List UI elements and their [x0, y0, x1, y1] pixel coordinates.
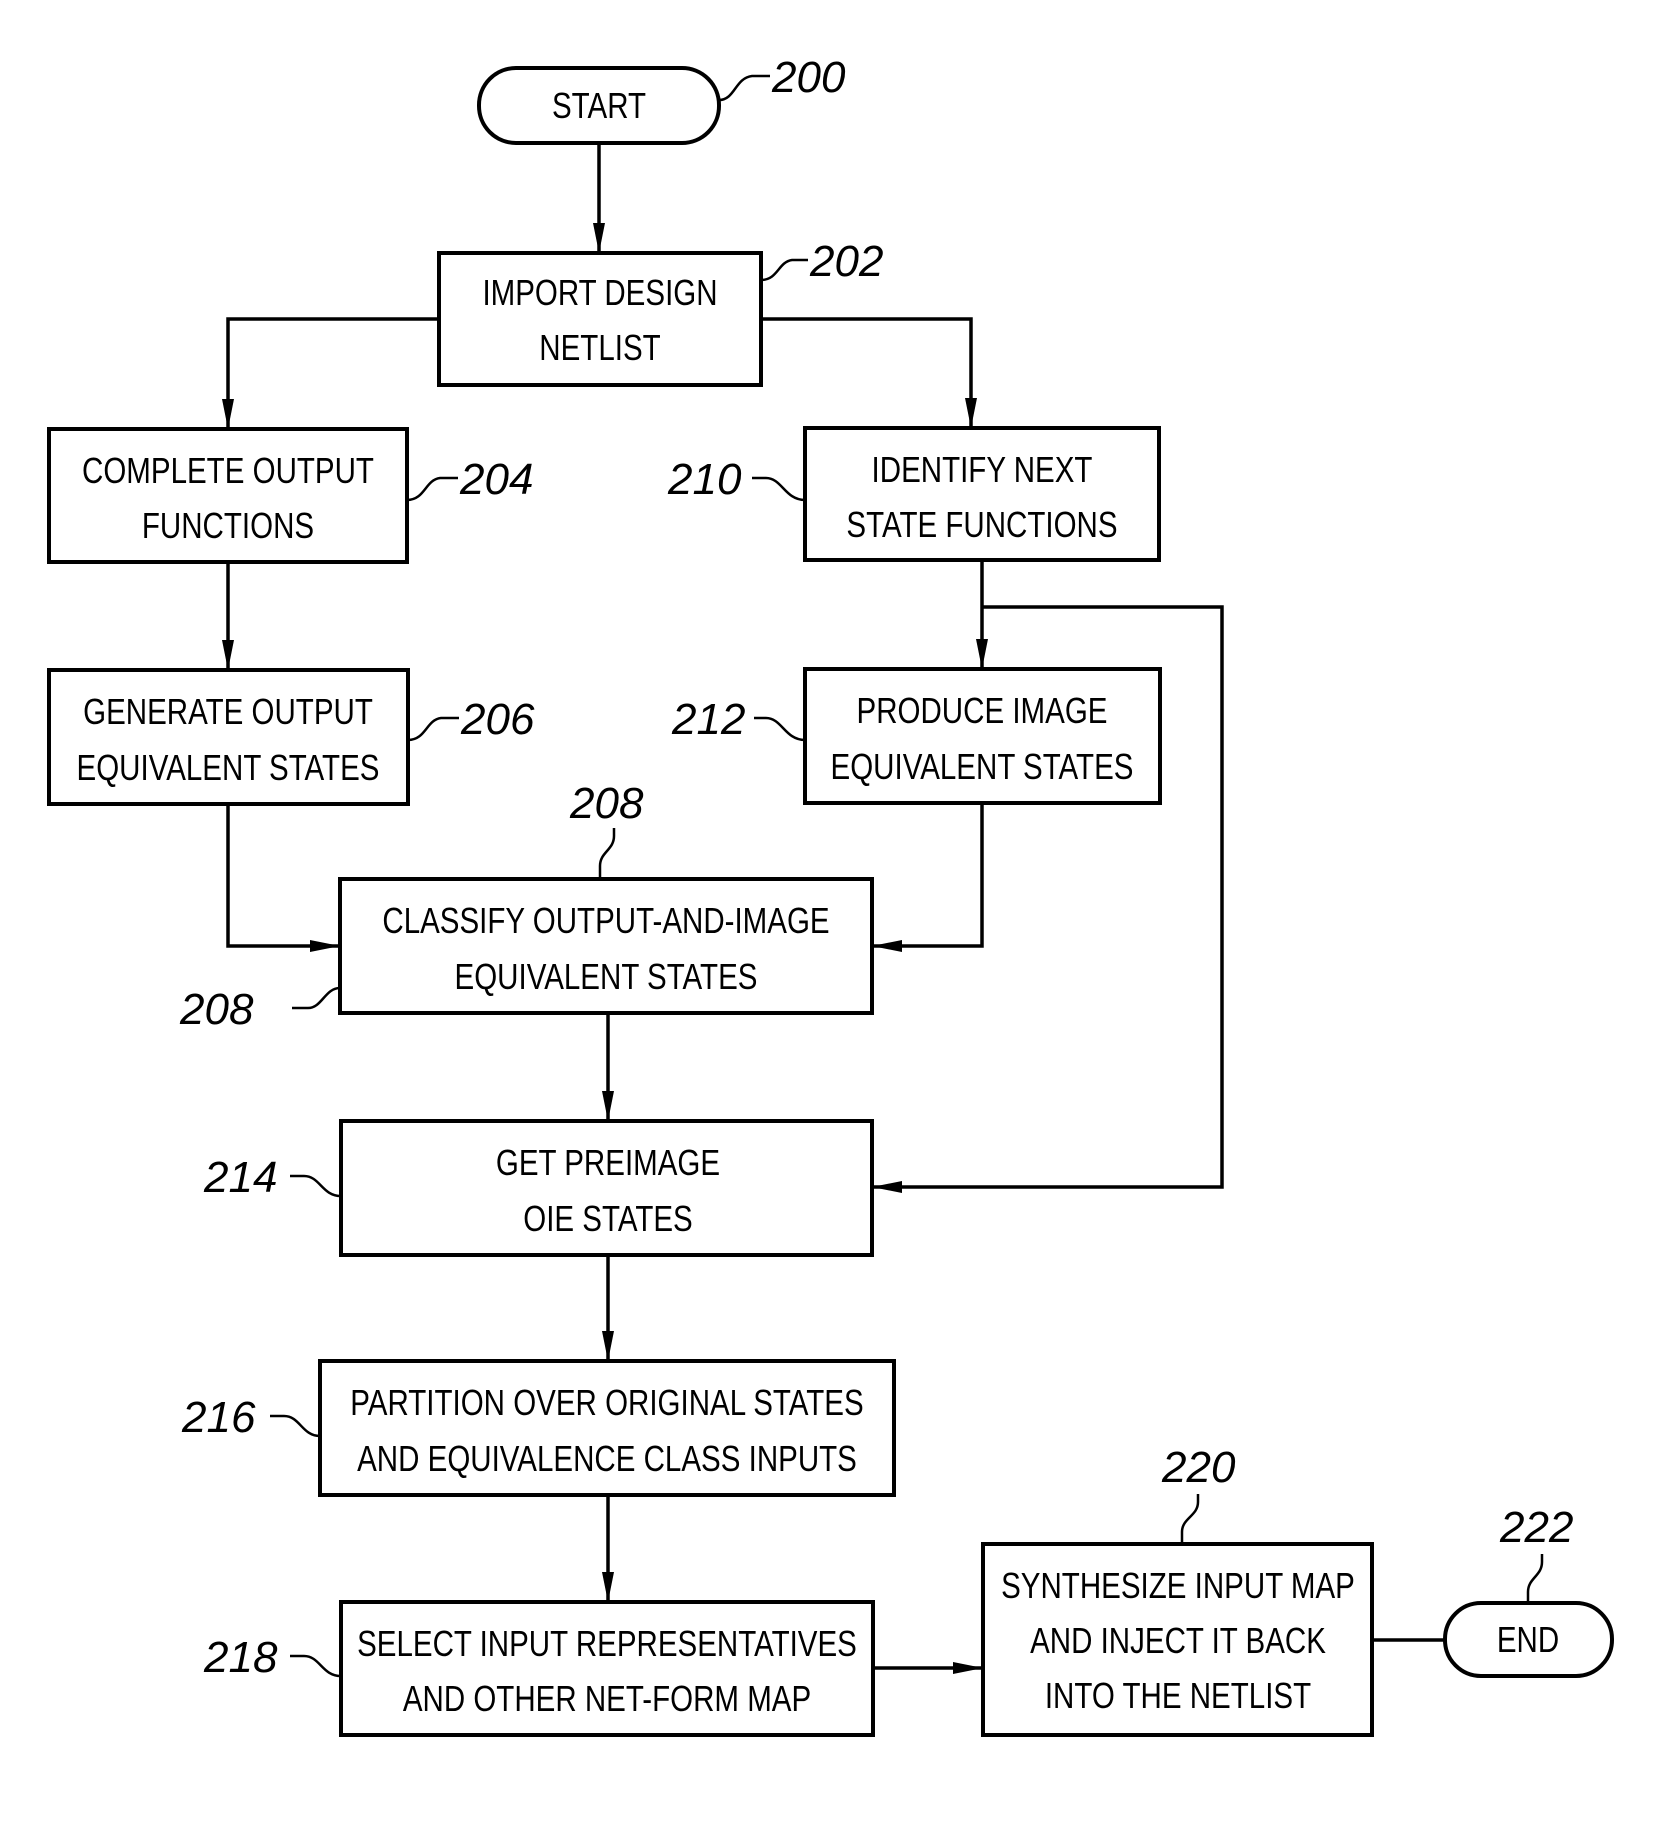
- arrowhead-preimage-top: [602, 1091, 614, 1121]
- arrowhead-partition: [602, 1331, 614, 1361]
- select-line-2: AND OTHER NET-FORM MAP: [403, 1678, 811, 1719]
- preimage-line-1: GET PREIMAGE: [496, 1142, 720, 1183]
- node-complete-output: COMPLETE OUTPUT FUNCTIONS 204: [47, 427, 533, 564]
- ref-216: 216: [181, 1393, 256, 1442]
- ref-200: 200: [771, 53, 846, 102]
- ref-214: 214: [203, 1153, 277, 1202]
- node-generate-output: GENERATE OUTPUT EQUIVALENT STATES 206: [47, 668, 535, 806]
- ref-202: 202: [809, 237, 883, 286]
- ref-leader-200: [718, 74, 770, 102]
- node-identify-next: IDENTIFY NEXT STATE FUNCTIONS 210: [667, 426, 1161, 562]
- ref-208: 208: [179, 985, 254, 1034]
- ref-206: 206: [460, 695, 535, 744]
- node-end: END 222: [1443, 1503, 1614, 1678]
- node-classify: CLASSIFY OUTPUT-AND-IMAGE EQUIVALENT STA…: [179, 779, 874, 1034]
- generate-output-line-2: EQUIVALENT STATES: [77, 747, 380, 788]
- ref-leader-202: [760, 258, 808, 282]
- arrowhead-generate: [222, 640, 234, 670]
- ref-leader-208-top: [598, 828, 616, 879]
- ref-leader-212: [754, 716, 806, 742]
- partition-line-1: PARTITION OVER ORIGINAL STATES: [350, 1382, 863, 1423]
- synthesize-line-1: SYNTHESIZE INPUT MAP: [1001, 1565, 1355, 1606]
- ref-leader-210: [752, 476, 806, 502]
- identify-next-line-1: IDENTIFY NEXT: [872, 449, 1093, 490]
- ref-218: 218: [203, 1633, 278, 1682]
- arrowhead-complete: [222, 399, 234, 429]
- partition-line-2: AND EQUIVALENCE CLASS INPUTS: [357, 1438, 857, 1479]
- edge-produce-classify: [872, 803, 984, 948]
- ref-leader-218: [290, 1654, 342, 1678]
- identify-next-line-2: STATE FUNCTIONS: [846, 504, 1117, 545]
- edge-generate-classify: [226, 804, 340, 948]
- node-start: START 200: [477, 53, 846, 145]
- arrowhead-synthesize: [953, 1662, 983, 1674]
- synthesize-line-2: AND INJECT IT BACK: [1030, 1620, 1326, 1661]
- arrowhead-preimage-right: [872, 1181, 902, 1193]
- generate-output-line-1: GENERATE OUTPUT: [83, 691, 373, 732]
- produce-image-line-1: PRODUCE IMAGE: [857, 690, 1108, 731]
- complete-output-line-1: COMPLETE OUTPUT: [82, 450, 374, 491]
- arrowhead-classify-left: [310, 940, 340, 952]
- produce-image-line-2: EQUIVALENT STATES: [831, 746, 1134, 787]
- edge-import-complete: [226, 317, 439, 429]
- import-line-1: IMPORT DESIGN: [482, 272, 717, 313]
- arrowhead-classify-right: [872, 940, 902, 952]
- start-label: START: [552, 85, 646, 126]
- node-preimage: GET PREIMAGE OIE STATES 214: [203, 1119, 874, 1257]
- synthesize-line-3: INTO THE NETLIST: [1045, 1675, 1311, 1716]
- ref-leader-206: [407, 716, 459, 742]
- ref-212: 212: [671, 695, 745, 744]
- end-label: END: [1497, 1619, 1559, 1660]
- classify-line-1: CLASSIFY OUTPUT-AND-IMAGE: [382, 900, 829, 941]
- select-line-1: SELECT INPUT REPRESENTATIVES: [357, 1623, 857, 1664]
- flowchart: START 200 IMPORT DESIGN NETLIST 202 COMP…: [47, 53, 1614, 1737]
- node-partition: PARTITION OVER ORIGINAL STATES AND EQUIV…: [181, 1359, 896, 1497]
- import-line-2: NETLIST: [539, 327, 660, 368]
- complete-output-line-2: FUNCTIONS: [142, 505, 314, 546]
- node-select: SELECT INPUT REPRESENTATIVES AND OTHER N…: [203, 1600, 875, 1737]
- ref-leader-214: [290, 1174, 342, 1198]
- ref-222: 222: [1499, 1503, 1573, 1552]
- ref-leader-220: [1180, 1494, 1200, 1544]
- ref-208-top: 208: [569, 779, 644, 828]
- ref-210: 210: [667, 455, 742, 504]
- ref-220: 220: [1161, 1443, 1236, 1492]
- ref-leader-204: [406, 476, 458, 502]
- ref-leader-208: [292, 986, 341, 1010]
- arrowhead-import: [593, 223, 605, 253]
- node-produce-image: PRODUCE IMAGE EQUIVALENT STATES 212: [671, 667, 1162, 805]
- preimage-line-2: OIE STATES: [523, 1198, 692, 1239]
- ref-leader-222: [1526, 1554, 1544, 1603]
- arrowhead-identify: [965, 398, 977, 428]
- arrowhead-select: [602, 1572, 614, 1602]
- node-synthesize: SYNTHESIZE INPUT MAP AND INJECT IT BACK …: [981, 1443, 1374, 1737]
- ref-204: 204: [459, 455, 533, 504]
- classify-line-2: EQUIVALENT STATES: [455, 956, 758, 997]
- arrowhead-produce: [976, 639, 988, 669]
- edge-import-identify: [761, 317, 973, 428]
- ref-leader-216: [270, 1414, 321, 1438]
- node-import: IMPORT DESIGN NETLIST 202: [437, 237, 883, 387]
